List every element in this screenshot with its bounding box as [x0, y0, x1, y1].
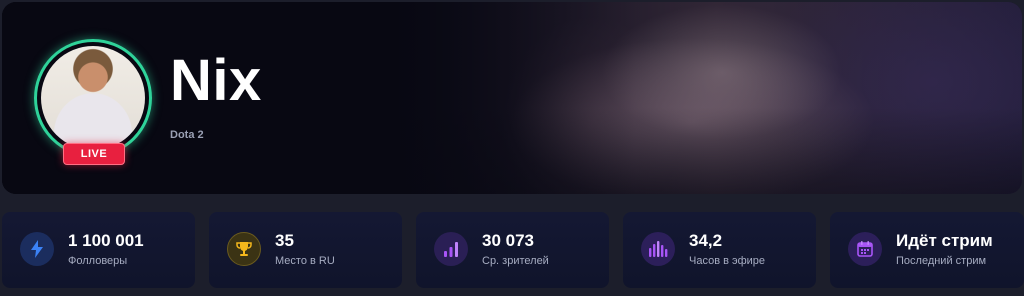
stat-label: Последний стрим: [896, 255, 987, 267]
stat-label: Часов в эфире: [689, 255, 766, 267]
stat-value: 34,2: [689, 231, 723, 250]
bars-icon: [641, 232, 675, 266]
stat-value: Идёт стрим: [896, 231, 993, 250]
stat-label: Место в RU: [275, 255, 335, 267]
avatar[interactable]: [34, 39, 152, 157]
stat-label: Фолловеры: [68, 255, 128, 267]
stat-card-hours: 34,2 Часов в эфире: [623, 212, 816, 288]
avatar-image: [41, 46, 145, 150]
stat-value: 1 100 001: [68, 231, 144, 250]
stat-value: 35: [275, 231, 294, 250]
stat-value: 30 073: [482, 231, 534, 250]
stat-card-rank: 35 Место в RU: [209, 212, 402, 288]
streamer-banner: LIVE Nix Dota 2: [2, 2, 1022, 194]
lightning-icon: [20, 232, 54, 266]
stats-row: 1 100 001 Фолловеры 35 Место в RU 30 073…: [2, 212, 1024, 288]
trophy-icon: [227, 232, 261, 266]
stat-card-last-stream: Идёт стрим Последний стрим: [830, 212, 1024, 288]
game-label[interactable]: Dota 2: [170, 129, 204, 141]
banner-background-image: [2, 2, 1022, 194]
stat-card-followers: 1 100 001 Фолловеры: [2, 212, 195, 288]
stat-card-avg-viewers: 30 073 Ср. зрителей: [416, 212, 609, 288]
calendar-icon: [848, 232, 882, 266]
stat-label: Ср. зрителей: [482, 255, 549, 267]
live-badge: LIVE: [63, 143, 125, 165]
bar-chart-icon: [434, 232, 468, 266]
streamer-name: Nix: [170, 48, 262, 113]
